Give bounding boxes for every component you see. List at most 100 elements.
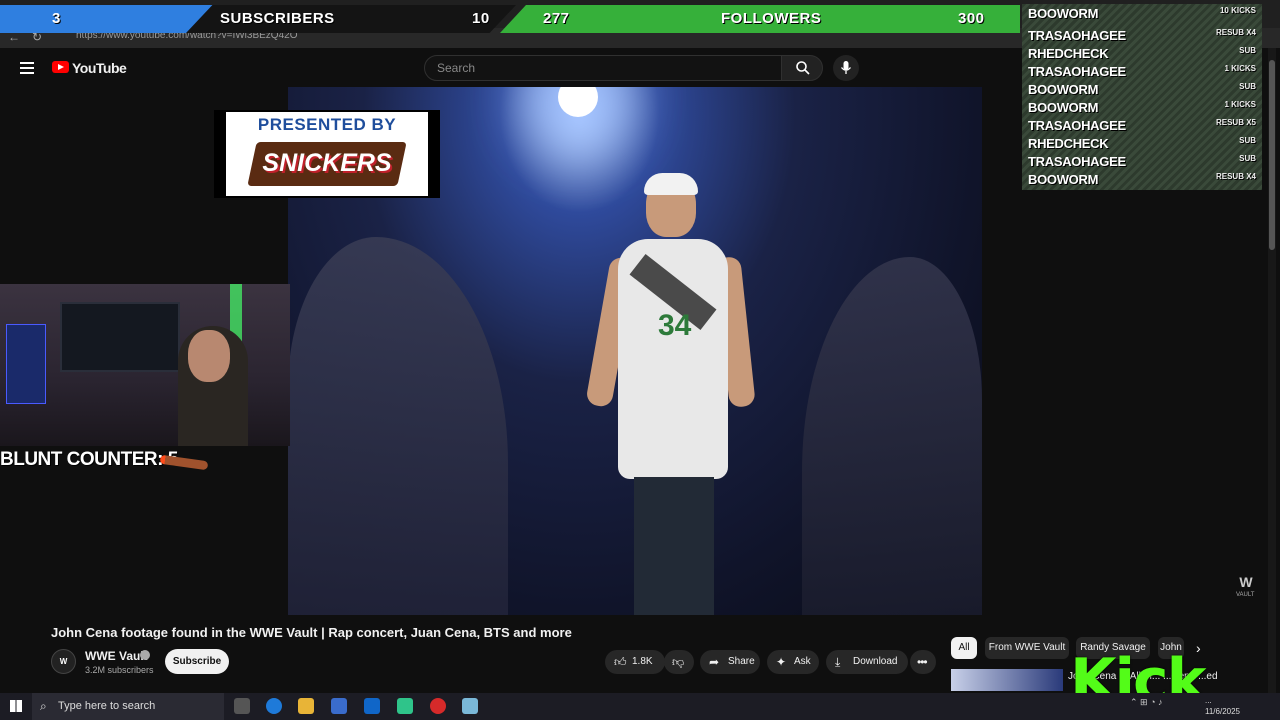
ask-button[interactable]: ✦ Ask <box>767 650 819 674</box>
wwe-vault-watermark: VAULT <box>1236 592 1255 598</box>
feed-user: TRASAOHAGEE <box>1028 118 1126 133</box>
followers-current: 277 <box>543 10 570 27</box>
recommended-thumbnail[interactable] <box>951 669 1063 691</box>
youtube-masthead: YouTube Search <box>0 48 1010 88</box>
like-count: 1.8K <box>632 656 653 667</box>
sparkle-icon: ✦ <box>776 655 787 669</box>
streamer-webcam <box>0 284 290 446</box>
outlook-icon[interactable] <box>364 698 380 714</box>
windows-taskbar: ⌕ Type here to search ⌃ ⊞ ◔ ♪ ... 11/6/2… <box>0 693 1280 720</box>
windows-start-icon[interactable] <box>10 700 22 712</box>
video-subject: 34 <box>585 173 756 615</box>
stage-spotlight <box>558 87 598 117</box>
taskbar-time[interactable]: ... <box>1205 696 1212 705</box>
microphone-icon <box>840 61 852 74</box>
search-button[interactable] <box>781 55 823 81</box>
feed-tag: 1 KICKS <box>1224 100 1256 109</box>
feed-tag: 1 KICKS <box>1224 64 1256 73</box>
feed-tag: SUB <box>1239 46 1256 55</box>
crowd-left <box>288 237 508 615</box>
task-view-icon[interactable] <box>234 698 250 714</box>
thumbs-down-icon: 👎︎ <box>672 655 685 669</box>
taskbar-date[interactable]: 11/6/2025 <box>1205 707 1240 716</box>
share-label: Share <box>728 656 755 667</box>
sponsor-overlay: PRESENTED BY SNICKERS <box>214 110 440 198</box>
youtube-brand[interactable]: YouTube <box>72 60 127 76</box>
sponsor-presented-by: PRESENTED BY <box>257 115 397 134</box>
channel-name[interactable]: WWE Vault <box>85 649 148 663</box>
file-explorer-icon[interactable] <box>298 698 314 714</box>
edge-icon[interactable] <box>266 698 282 714</box>
share-icon: ➦ <box>709 655 720 669</box>
youtube-logo-icon[interactable] <box>52 61 69 73</box>
subscribers-current: 3 <box>52 10 61 27</box>
feed-tag: 10 KICKS <box>1219 6 1256 15</box>
kick-event-feed: BOOWORM 10 KICKS TRASAOHAGEE RESUB X4 RHED… <box>1022 4 1262 190</box>
feed-row: TRASAOHAGEE RESUB X5 <box>1026 117 1258 135</box>
feed-user: TRASAOHAGEE <box>1028 28 1126 43</box>
feed-row: BOOWORM 1 KICKS <box>1026 99 1258 117</box>
feed-tag: SUB <box>1239 82 1256 91</box>
feed-user: RHEDCHECK <box>1028 46 1109 61</box>
download-icon: ⤓ <box>835 655 841 669</box>
dislike-button[interactable]: 👎︎ <box>664 650 694 674</box>
menu-icon[interactable] <box>20 62 34 74</box>
verified-check-icon <box>140 650 150 660</box>
feed-row: RHEDCHECK SUB <box>1026 45 1258 63</box>
more-icon: ••• <box>917 655 928 669</box>
feed-user: BOOWORM <box>1028 172 1099 187</box>
taskbar-search-placeholder: Type here to search <box>58 700 156 712</box>
taskbar-search[interactable]: ⌕ Type here to search <box>32 693 224 720</box>
feed-tag: RESUB X5 <box>1215 118 1256 127</box>
download-label: Download <box>853 656 898 667</box>
subscriber-goal-fill <box>0 5 214 33</box>
download-button[interactable]: ⤓ Download <box>826 650 908 674</box>
feed-user: TRASAOHAGEE <box>1028 154 1126 169</box>
feed-user: BOOWORM <box>1028 82 1099 97</box>
like-button[interactable]: 👍︎ 1.8K <box>605 650 665 674</box>
followers-goal: 300 <box>958 10 985 27</box>
notes-icon[interactable] <box>462 698 478 714</box>
monitor <box>60 302 180 372</box>
thumbs-up-icon: 👍︎ <box>614 655 627 669</box>
app-icon[interactable] <box>397 698 413 714</box>
chip-from-wwe-vault[interactable]: From WWE Vault <box>985 637 1069 659</box>
streamer-face <box>188 330 230 382</box>
more-actions-button[interactable]: ••• <box>910 650 936 674</box>
pc-case <box>6 324 46 404</box>
chip-all[interactable]: All <box>951 637 977 659</box>
sponsor-brand: SNICKERS <box>262 149 392 177</box>
feed-row: BOOWORM SUB <box>1026 81 1258 99</box>
voice-search-button[interactable] <box>833 55 859 81</box>
feed-row: RHEDCHECK SUB <box>1026 135 1258 153</box>
page-scrollbar[interactable] <box>1268 48 1276 693</box>
obs-icon[interactable] <box>430 698 446 714</box>
subscribers-goal: 10 <box>472 10 490 27</box>
feed-tag: RESUB X4 <box>1215 172 1256 181</box>
feed-tag: SUB <box>1239 154 1256 163</box>
search-icon: ⌕ <box>40 699 47 713</box>
subscribers-label: SUBSCRIBERS <box>220 10 335 27</box>
ask-label: Ask <box>794 656 811 667</box>
system-tray[interactable]: ⌃ ⊞ ◔ ♪ <box>1130 697 1163 708</box>
crowd-right <box>802 257 982 615</box>
search-input[interactable]: Search <box>424 55 782 81</box>
followers-label: FOLLOWERS <box>721 10 822 27</box>
feed-row: BOOWORM RESUB X4 <box>1026 171 1258 189</box>
channel-subscriber-count: 3.2M subscribers <box>85 665 154 675</box>
share-button[interactable]: ➦ Share <box>700 650 760 674</box>
blunt-counter: BLUNT COUNTER: 5 <box>0 449 178 470</box>
channel-avatar[interactable]: W <box>51 649 76 674</box>
feed-user: BOOWORM <box>1028 6 1099 21</box>
feed-user: BOOWORM <box>1028 100 1099 115</box>
feed-row: TRASAOHAGEE RESUB X4 <box>1026 27 1258 45</box>
video-title: John Cena footage found in the WWE Vault… <box>51 625 572 640</box>
feed-user: TRASAOHAGEE <box>1028 64 1126 79</box>
stream-goal-bar: 3 SUBSCRIBERS 10 277 FOLLOWERS 300 <box>0 5 1020 33</box>
store-icon[interactable] <box>331 698 347 714</box>
feed-tag: RESUB X4 <box>1215 28 1256 37</box>
feed-row: TRASAOHAGEE SUB <box>1026 153 1258 171</box>
feed-row: BOOWORM 10 KICKS <box>1026 5 1258 23</box>
subscribe-button[interactable]: Subscribe <box>165 649 229 674</box>
feed-row: TRASAOHAGEE 1 KICKS <box>1026 63 1258 81</box>
